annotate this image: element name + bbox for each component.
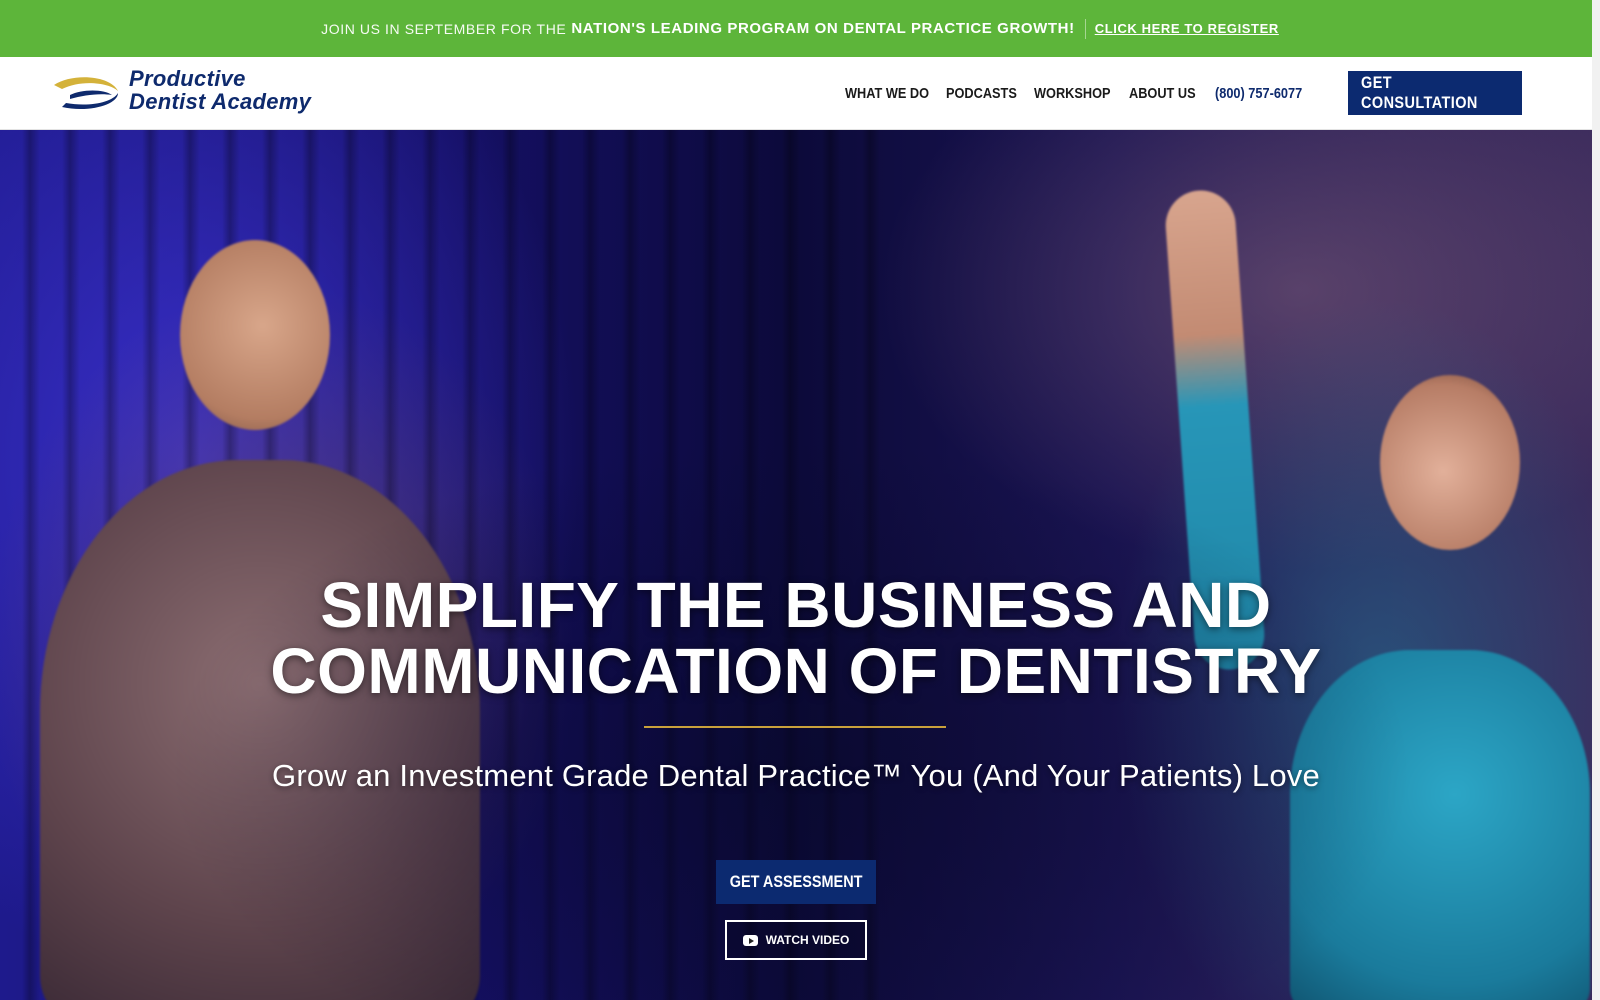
youtube-play-icon [742,934,758,946]
announcement-lead: Join us in September for the [321,20,567,37]
nav-item-what-we-do[interactable]: What we do [845,85,929,102]
get-assessment-label: Get Assessment [729,872,863,891]
get-assessment-button[interactable]: Get Assessment [716,860,876,904]
nav-phone-link[interactable]: (800) 757-6077 [1215,85,1302,102]
watch-video-button[interactable]: Watch Video [725,920,867,960]
hero-headline-line-1: Simplify the business and [320,569,1272,641]
logo-line-1: Productive [129,66,246,91]
nav-item-about-us-wrap: About Us [1129,57,1196,130]
nav-item-podcasts[interactable]: Podcasts [946,85,1017,102]
nav-phone-wrap: (800) 757-6077 [1215,57,1302,130]
register-link[interactable]: Click here to register [1095,21,1279,36]
nav-item-workshop-wrap: Workshop [1034,57,1111,130]
logo-swoosh-icon [54,77,118,110]
get-consultation-button[interactable]: Get Consultation [1348,71,1522,115]
nav-item-what-we-do-wrap: What we do [845,57,929,130]
hero-divider [644,726,946,728]
logo-line-2: Dentist Academy [129,89,312,114]
watch-video-label: Watch Video [765,933,850,947]
logo-text: Productive Dentist Academy [129,67,311,113]
nav-item-podcasts-wrap: Podcasts [946,57,1017,130]
announcement-divider [1084,18,1086,39]
logo[interactable]: Productive Dentist Academy [52,67,342,119]
nav-item-workshop[interactable]: Workshop [1034,85,1111,102]
site-header: Productive Dentist Academy What we do Po… [0,57,1592,130]
announcement-bar: Join us in September for the Nation's le… [0,0,1600,57]
nav-item-about-us[interactable]: About Us [1129,85,1196,102]
hero-subheadline: Grow an Investment Grade Dental Practice… [272,758,1320,793]
hero-headline-line-2: communication of dentistry [270,635,1322,707]
hero-section: Simplify the business and communication … [0,130,1592,1000]
announcement-highlight: Nation's leading program on dental pract… [571,20,1075,37]
page-scrollbar[interactable] [1592,0,1600,1000]
get-consultation-label: Get Consultation [1361,73,1478,112]
